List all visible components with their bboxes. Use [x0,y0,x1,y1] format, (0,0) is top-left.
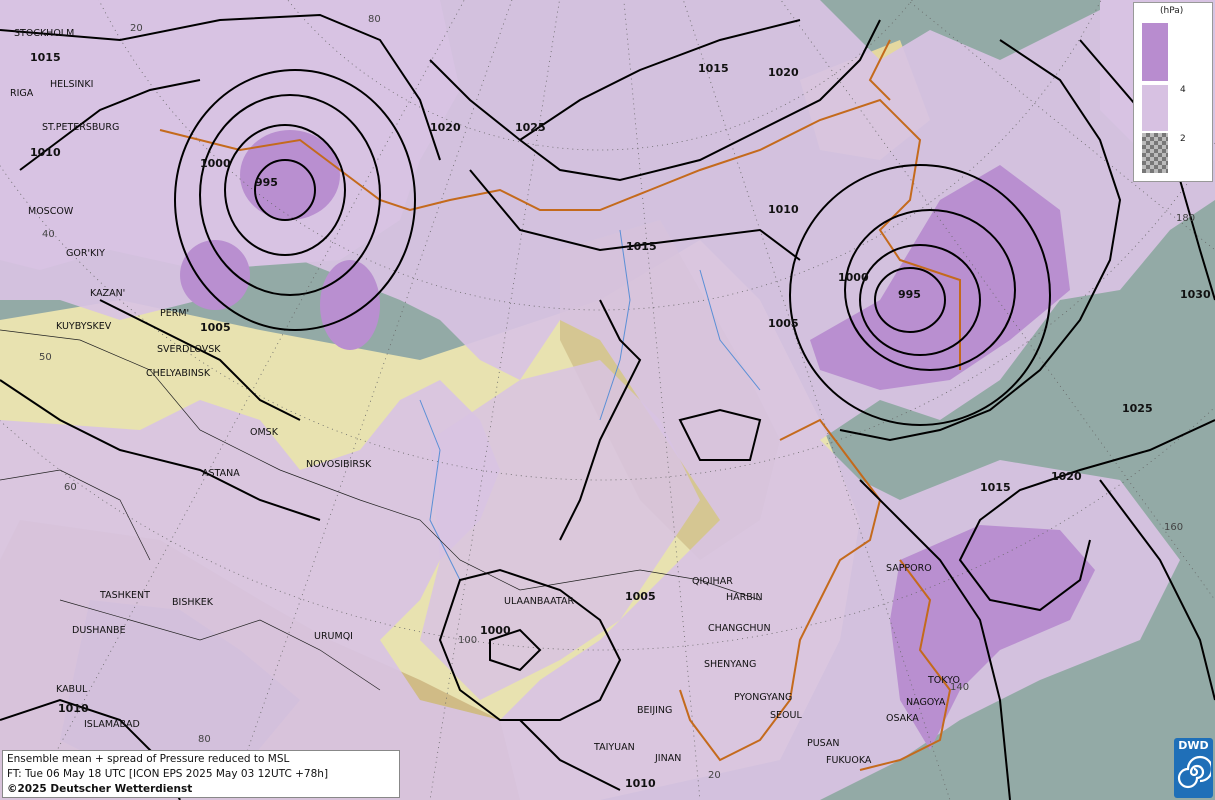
isobar-label: 1010 [625,777,656,790]
city-label: STOCKHOLM [14,28,74,39]
city-label: PYONGYANG [734,692,792,703]
isobar-label: 1030 [1180,288,1211,301]
city-label: JINAN [654,753,681,764]
isobar-label: 1010 [58,702,89,715]
graticule-label: 80 [198,734,211,745]
city-label: RIGA [10,88,34,99]
isobar-label: 1005 [200,321,231,334]
city-label: SAPPORO [886,563,932,574]
city-label: TAIYUAN [593,742,635,753]
graticule-label: 60 [64,482,77,493]
legend-swatch-high [1142,23,1168,81]
isobar-label: 1010 [30,146,61,159]
isobar-label: 1025 [1122,402,1153,415]
city-label: OSAKA [886,713,919,724]
city-label: FUKUOKA [826,755,872,766]
legend-unit: (hPa) [1160,6,1184,16]
isobar-label: 1015 [30,51,61,64]
city-label: MOSCOW [28,206,74,217]
legend-swatch-low [1142,133,1168,173]
city-label: OMSK [250,427,279,438]
info-box: Ensemble mean + spread of Pressure reduc… [2,750,400,798]
pressure-spread-map: 1015 1010 1005 1000 995 1020 1025 1020 1… [0,0,1215,800]
spiral-icon [1177,755,1213,789]
graticule-label: 100 [458,635,477,646]
graticule-label: 80 [368,14,381,25]
graticule-label: 20 [130,23,143,34]
city-label: KUYBYSKEV [56,321,112,332]
isobar-label: 1015 [980,481,1011,494]
city-label: KABUL [56,684,88,695]
graticule-label: 140 [950,682,969,693]
graticule-label: 40 [42,229,55,240]
city-label: QIQIHAR [692,576,733,587]
graticule-label: 160 [1164,522,1183,533]
city-label: ST.PETERSBURG [42,122,119,133]
isobar-label: 1000 [200,157,231,170]
spread-high-blob-3 [320,260,380,350]
isobar-label: 1020 [1051,470,1082,483]
isobar-label: 1020 [768,66,799,79]
city-label: PUSAN [807,738,840,749]
isobar-label: 995 [898,288,921,301]
city-label: KAZAN' [90,288,125,299]
city-label: CHELYABINSK [146,368,211,379]
map-view: 1015 1010 1005 1000 995 1020 1025 1020 1… [0,0,1215,800]
graticule-label: 180 [1176,213,1195,224]
city-label: ISLAMABAD [84,719,140,730]
city-label: CHANGCHUN [708,623,771,634]
isobar-label: 1005 [768,317,799,330]
city-label: ASTANA [202,468,240,479]
city-label: SEOUL [770,710,802,721]
dwd-logo: DWD [1174,738,1213,798]
isobar-label: 1010 [768,203,799,216]
city-label: HARBIN [726,592,763,603]
city-label: BISHKEK [172,597,214,608]
forecast-time: FT: Tue 06 May 18 UTC [ICON EPS 2025 May… [7,768,329,780]
isobar-label: 1025 [515,121,546,134]
city-label: BEIJING [637,705,672,716]
city-label: HELSINKI [50,79,93,90]
city-label: URUMQI [314,631,353,642]
city-label: DUSHANBE [72,625,126,636]
isobar-label: 995 [255,176,278,189]
legend-swatch-mid [1142,85,1168,131]
city-label: NAGOYA [906,697,946,708]
city-label: SHENYANG [704,659,756,670]
spread-legend: (hPa) 4 2 [1133,2,1213,182]
spread-high-blob-1 [240,130,340,220]
city-label: ULAANBAATAR [504,596,574,607]
city-label: GOR'KIY [66,248,105,259]
isobar-label: 1020 [430,121,461,134]
isobar-label: 1005 [625,590,656,603]
copyright: ©2025 Deutscher Wetterdienst [7,783,193,795]
isobar-label: 1000 [480,624,511,637]
city-label: SVERDLOVSK [157,344,221,355]
city-label: PERM' [160,308,189,319]
legend-tick: 4 [1180,85,1186,95]
dwd-logo-text: DWD [1178,739,1209,752]
isobar-label: 1000 [838,271,869,284]
city-label: NOVOSIBIRSK [306,459,372,470]
city-label: TASHKENT [99,590,150,601]
graticule-label: 20 [708,770,721,781]
isobar-label: 1015 [698,62,729,75]
graticule-label: 50 [39,352,52,363]
isobar-label: 1015 [626,240,657,253]
product-title: Ensemble mean + spread of Pressure reduc… [7,753,290,765]
legend-tick: 2 [1180,134,1186,144]
